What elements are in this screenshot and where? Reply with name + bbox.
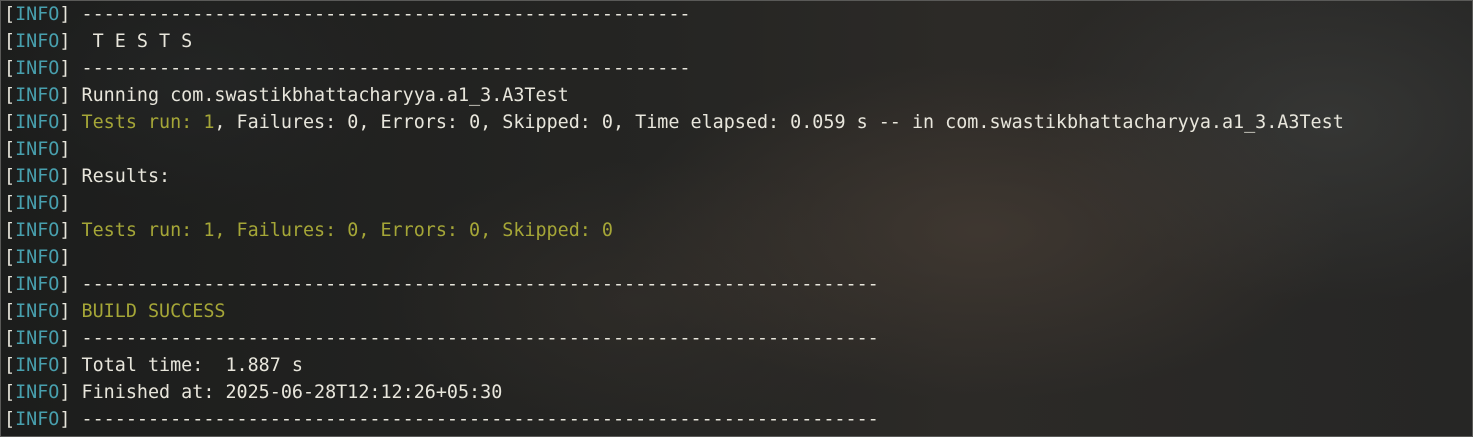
log-prefix-open-bracket: [ bbox=[4, 139, 16, 160]
log-level-tag: INFO bbox=[15, 382, 60, 403]
log-line: [INFO] Tests run: 1, Failures: 0, Errors… bbox=[4, 109, 1472, 136]
log-level-tag: INFO bbox=[15, 220, 60, 241]
log-message: ----------------------------------------… bbox=[70, 58, 691, 79]
log-prefix-close-bracket: ] bbox=[59, 31, 71, 52]
log-prefix-close-bracket: ] bbox=[59, 247, 71, 268]
log-line: [INFO] T E S T S bbox=[4, 28, 1472, 55]
log-line: [INFO] bbox=[4, 190, 1472, 217]
log-prefix-open-bracket: [ bbox=[4, 112, 16, 133]
log-prefix-open-bracket: [ bbox=[4, 355, 16, 376]
log-prefix-close-bracket: ] bbox=[59, 193, 71, 214]
log-highlight: Tests run: 1, Failures: 0, Errors: 0, Sk… bbox=[81, 220, 613, 241]
log-prefix-close-bracket: ] bbox=[59, 112, 71, 133]
log-highlight: Tests run: 1 bbox=[81, 112, 215, 133]
log-line: [INFO] ---------------------------------… bbox=[4, 55, 1472, 82]
log-prefix-close-bracket: ] bbox=[59, 301, 71, 322]
log-prefix-close-bracket: ] bbox=[59, 409, 71, 430]
log-prefix-open-bracket: [ bbox=[4, 193, 16, 214]
log-line: [INFO] Tests run: 1, Failures: 0, Errors… bbox=[4, 217, 1472, 244]
log-prefix-close-bracket: ] bbox=[59, 58, 71, 79]
log-prefix-close-bracket: ] bbox=[59, 4, 71, 25]
log-prefix-close-bracket: ] bbox=[59, 85, 71, 106]
log-level-tag: INFO bbox=[15, 355, 60, 376]
log-message bbox=[70, 220, 81, 241]
log-prefix-open-bracket: [ bbox=[4, 220, 16, 241]
log-prefix-open-bracket: [ bbox=[4, 328, 16, 349]
log-line: [INFO] BUILD SUCCESS bbox=[4, 298, 1472, 325]
log-line: [INFO] ---------------------------------… bbox=[4, 271, 1472, 298]
log-level-tag: INFO bbox=[15, 58, 60, 79]
log-level-tag: INFO bbox=[15, 139, 60, 160]
log-prefix-close-bracket: ] bbox=[59, 166, 71, 187]
log-prefix-open-bracket: [ bbox=[4, 4, 16, 25]
terminal-window[interactable]: [INFO] ---------------------------------… bbox=[0, 0, 1473, 437]
log-line: [INFO] Finished at: 2025-06-28T12:12:26+… bbox=[4, 379, 1472, 406]
log-prefix-open-bracket: [ bbox=[4, 31, 16, 52]
log-message: Finished at: 2025-06-28T12:12:26+05:30 bbox=[70, 382, 503, 403]
log-prefix-close-bracket: ] bbox=[59, 382, 71, 403]
log-message: ----------------------------------------… bbox=[70, 274, 879, 295]
log-prefix-close-bracket: ] bbox=[59, 328, 71, 349]
log-line: [INFO] ---------------------------------… bbox=[4, 325, 1472, 352]
log-level-tag: INFO bbox=[15, 112, 60, 133]
log-prefix-open-bracket: [ bbox=[4, 301, 16, 322]
log-level-tag: INFO bbox=[15, 301, 60, 322]
log-message bbox=[70, 112, 81, 133]
log-message: Total time: 1.887 s bbox=[70, 355, 303, 376]
log-prefix-open-bracket: [ bbox=[4, 247, 16, 268]
log-level-tag: INFO bbox=[15, 166, 60, 187]
log-level-tag: INFO bbox=[15, 4, 60, 25]
log-level-tag: INFO bbox=[15, 85, 60, 106]
log-message: Running com.swastikbhattacharyya.a1_3.A3… bbox=[70, 85, 569, 106]
log-level-tag: INFO bbox=[15, 247, 60, 268]
log-line: [INFO] Total time: 1.887 s bbox=[4, 352, 1472, 379]
log-level-tag: INFO bbox=[15, 31, 60, 52]
log-level-tag: INFO bbox=[15, 274, 60, 295]
log-prefix-close-bracket: ] bbox=[59, 139, 71, 160]
log-message: ----------------------------------------… bbox=[70, 328, 879, 349]
log-highlight: BUILD SUCCESS bbox=[81, 301, 226, 322]
log-message: ----------------------------------------… bbox=[70, 4, 691, 25]
log-prefix-close-bracket: ] bbox=[59, 220, 71, 241]
log-line: [INFO] ---------------------------------… bbox=[4, 406, 1472, 433]
log-line: [INFO] bbox=[4, 244, 1472, 271]
log-message: Results: bbox=[70, 166, 171, 187]
log-line: [INFO] Running com.swastikbhattacharyya.… bbox=[4, 82, 1472, 109]
log-level-tag: INFO bbox=[15, 193, 60, 214]
log-prefix-open-bracket: [ bbox=[4, 166, 16, 187]
log-message: , Failures: 0, Errors: 0, Skipped: 0, Ti… bbox=[214, 112, 1344, 133]
log-level-tag: INFO bbox=[15, 328, 60, 349]
log-level-tag: INFO bbox=[15, 409, 60, 430]
log-message bbox=[70, 301, 81, 322]
log-line: [INFO] Results: bbox=[4, 163, 1472, 190]
log-line: [INFO] ---------------------------------… bbox=[4, 1, 1472, 28]
log-message: T E S T S bbox=[70, 31, 193, 52]
log-prefix-close-bracket: ] bbox=[59, 355, 71, 376]
log-prefix-open-bracket: [ bbox=[4, 85, 16, 106]
log-prefix-open-bracket: [ bbox=[4, 274, 16, 295]
log-prefix-close-bracket: ] bbox=[59, 274, 71, 295]
log-prefix-open-bracket: [ bbox=[4, 382, 16, 403]
log-prefix-open-bracket: [ bbox=[4, 409, 16, 430]
log-message: ----------------------------------------… bbox=[70, 409, 879, 430]
log-prefix-open-bracket: [ bbox=[4, 58, 16, 79]
terminal-output: [INFO] ---------------------------------… bbox=[4, 1, 1472, 433]
log-line: [INFO] bbox=[4, 136, 1472, 163]
